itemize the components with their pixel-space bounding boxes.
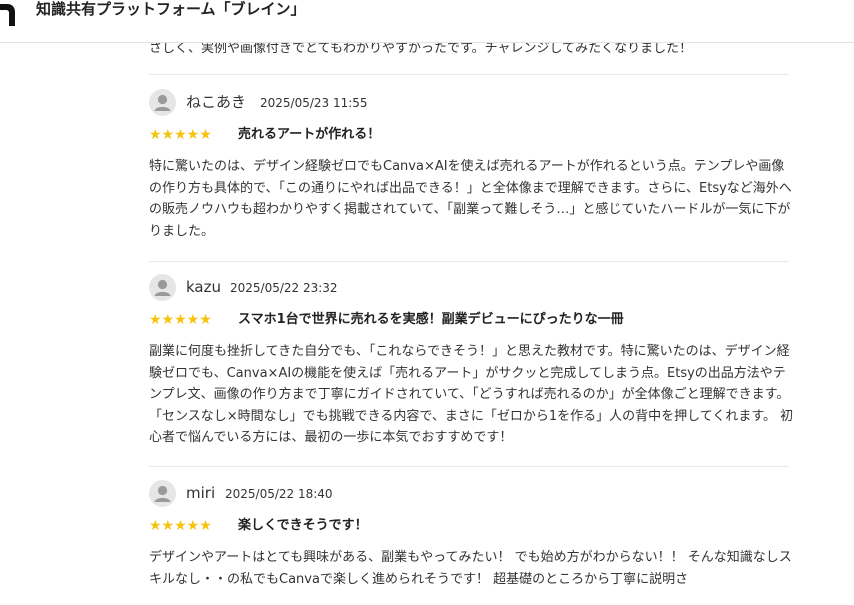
reviewer-name: kazu — [186, 278, 221, 296]
review-divider — [149, 261, 789, 262]
review-card: kazu 2025/05/22 23:32 ★★★★★ スマホ1台で世界に売れる… — [149, 274, 797, 449]
review-body: 副業に何度も挫折してきた自分でも、「これならできそう！」と思えた教材です。特に驚… — [149, 344, 794, 445]
rating-row: ★★★★★ 楽しくできそうです！ — [149, 516, 797, 538]
site-title[interactable]: 知識共有プラットフォーム「ブレイン」 — [36, 0, 306, 18]
reviewer-name: ねこあき — [186, 93, 247, 111]
star-rating-icon: ★★★★★ — [149, 127, 212, 143]
review-title: スマホ1台で世界に売れるを実感！副業デビューにぴったりな一冊 — [238, 312, 624, 327]
review-body: 特に驚いたのは、デザイン経験ゼロでもCanva×AIを使えば売れるアートが作れる… — [149, 159, 792, 239]
review-title: 売れるアートが作れる！ — [238, 127, 381, 142]
review-divider — [149, 74, 789, 75]
reviewer-info: kazu 2025/05/22 23:32 — [149, 274, 797, 302]
review-title: 楽しくできそうです！ — [238, 518, 368, 533]
reviewer-info: miri 2025/05/22 18:40 — [149, 480, 797, 508]
review-divider — [149, 466, 789, 467]
star-rating-icon: ★★★★★ — [149, 518, 212, 534]
review-body: デザインやアートはとても興味がある、副業もやってみたい！ でも始め方がわからない… — [149, 550, 792, 587]
avatar-icon — [149, 89, 176, 116]
review-card: miri 2025/05/22 18:40 ★★★★★ 楽しくできそうです！ デ… — [149, 480, 797, 590]
star-rating-icon: ★★★★★ — [149, 312, 212, 328]
avatar-icon — [149, 480, 176, 507]
review-date: 2025/05/22 18:40 — [225, 487, 333, 501]
rating-row: ★★★★★ 売れるアートが作れる！ — [149, 125, 797, 147]
avatar-icon — [149, 274, 176, 301]
rating-row: ★★★★★ スマホ1台で世界に売れるを実感！副業デビューにぴったりな一冊 — [149, 310, 797, 332]
review-date: 2025/05/23 11:55 — [260, 96, 368, 110]
review-list: さしく、実例や画像付きでとてもわかりやすかったです。チャレンジしてみたくなりまし… — [0, 0, 854, 605]
review-date: 2025/05/22 23:32 — [230, 281, 338, 295]
reviewer-name: miri — [186, 484, 216, 502]
reviewer-info: ねこあき 2025/05/23 11:55 — [149, 89, 797, 117]
site-header: 知識共有プラットフォーム「ブレイン」 — [0, 0, 854, 43]
review-card: ねこあき 2025/05/23 11:55 ★★★★★ 売れるアートが作れる！ … — [149, 89, 797, 242]
brain-logo-icon[interactable] — [0, 0, 18, 26]
